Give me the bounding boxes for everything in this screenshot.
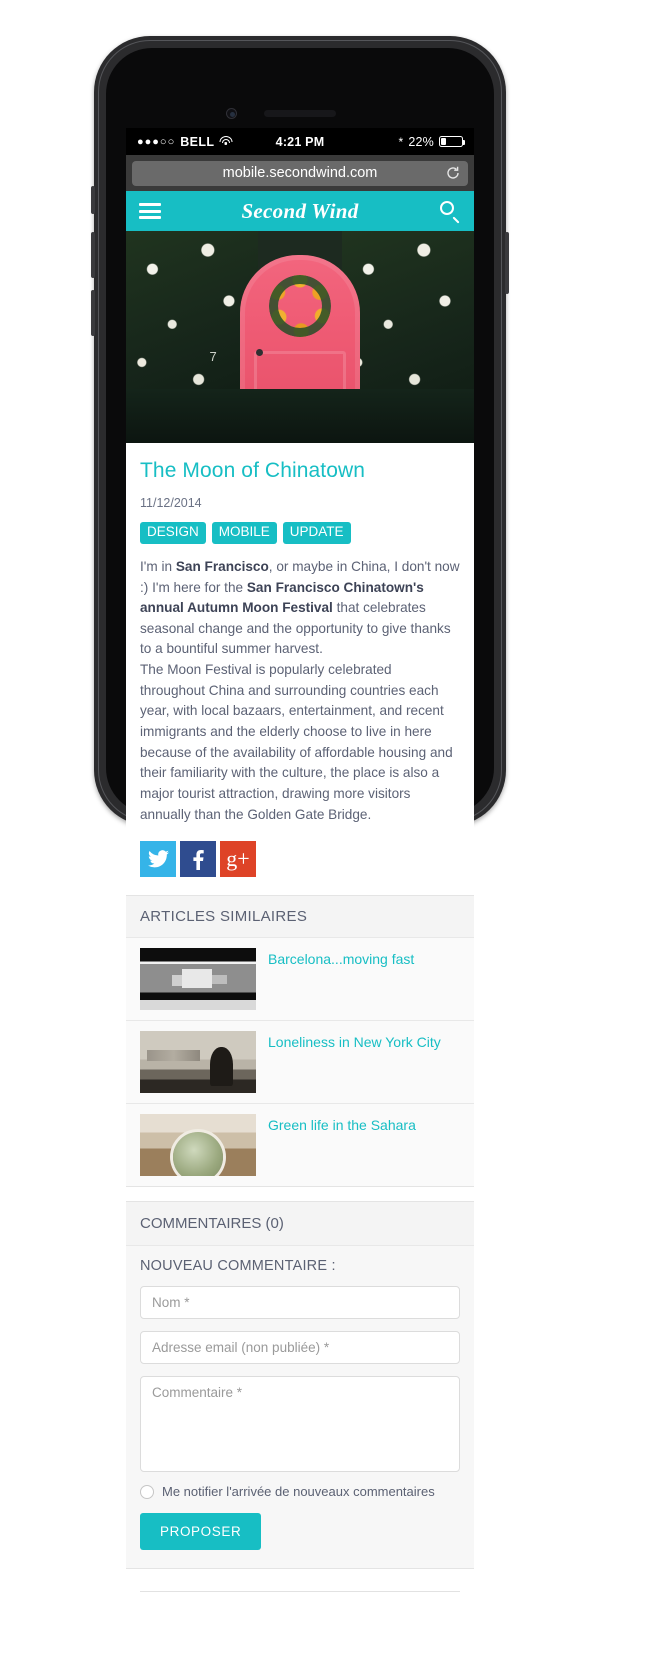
p1-text-1: I'm in: [140, 558, 176, 574]
related-articles-heading: ARTICLES SIMILAIRES: [126, 896, 474, 939]
related-article-title[interactable]: Barcelona...moving fast: [268, 948, 414, 968]
door-knob: [256, 349, 263, 356]
hero-ground: [126, 389, 474, 443]
social-share-bar: g+: [126, 825, 474, 895]
status-bar-clock: 4:21 PM: [275, 134, 325, 149]
article-paragraph-1: I'm in San Francisco, or maybe in China,…: [140, 557, 460, 660]
list-item[interactable]: Green life in the Sahara: [126, 1104, 474, 1187]
comments-heading: COMMENTAIRES (0): [126, 1202, 474, 1247]
front-camera-icon: [226, 108, 237, 119]
new-comment-title: NOUVEAU COMMENTAIRE :: [140, 1258, 336, 1275]
tag-update[interactable]: UPDATE: [282, 522, 351, 544]
google-plus-icon: g+: [226, 846, 250, 872]
p1-bold-1: San Francisco: [175, 558, 269, 574]
reload-icon[interactable]: [446, 166, 460, 180]
screenshot-stage: ●●●○○ BELL 4:21 PM * 22% mobile.secondwi…: [0, 0, 649, 1676]
list-item[interactable]: Barcelona...moving fast: [126, 938, 474, 1022]
new-comment-form: NOUVEAU COMMENTAIRE : Nom * Adresse emai…: [126, 1246, 474, 1569]
list-item[interactable]: Loneliness in New York City: [126, 1021, 474, 1105]
name-input[interactable]: Nom *: [140, 1286, 460, 1320]
article-date: 11/12/2014: [140, 496, 202, 510]
wifi-icon: [219, 136, 233, 147]
earpiece-speaker: [264, 110, 336, 117]
article-container: The Moon of Chinatown 11/12/2014 DESIGN …: [126, 443, 474, 825]
status-bar-left: ●●●○○ BELL: [137, 135, 249, 149]
battery-icon: [439, 135, 466, 148]
facebook-share-button[interactable]: [180, 841, 216, 878]
volume-up-button[interactable]: [91, 232, 95, 278]
comment-textarea[interactable]: Commentaire *: [140, 1376, 460, 1473]
footer-divider: [140, 1591, 460, 1593]
address-bar[interactable]: mobile.secondwind.com: [132, 160, 468, 186]
related-article-title[interactable]: Green life in the Sahara: [268, 1114, 416, 1134]
tag-mobile[interactable]: MOBILE: [211, 522, 277, 544]
site-header: Second Wind: [126, 191, 474, 231]
bluetooth-icon: *: [398, 134, 404, 149]
url-text: mobile.secondwind.com: [222, 165, 378, 181]
wreath-icon: [269, 275, 331, 337]
notify-checkbox[interactable]: [140, 1484, 154, 1499]
ring-silent-switch[interactable]: [91, 186, 95, 214]
power-button[interactable]: [505, 232, 509, 294]
twitter-icon: [147, 850, 169, 868]
article-paragraph-2: The Moon Festival is popularly celebrate…: [140, 662, 453, 822]
page-title: The Moon of Chinatown: [140, 459, 366, 482]
status-bar-right: * 22%: [351, 134, 466, 149]
notify-checkbox-row[interactable]: Me notifier l'arrivée de nouveaux commen…: [140, 1484, 460, 1499]
volume-down-button[interactable]: [91, 290, 95, 336]
phone-screen: ●●●○○ BELL 4:21 PM * 22% mobile.secondwi…: [126, 128, 474, 1593]
tag-design[interactable]: DESIGN: [140, 522, 206, 544]
article-hero-image: 7: [126, 231, 474, 443]
search-icon[interactable]: [439, 200, 461, 224]
cactus-in-pot-thumbnail: [140, 1114, 256, 1177]
comments-panel: COMMENTAIRES (0) NOUVEAU COMMENTAIRE : N…: [126, 1201, 474, 1570]
related-article-title[interactable]: Loneliness in New York City: [268, 1031, 441, 1051]
submit-comment-button[interactable]: PROPOSER: [140, 1513, 262, 1551]
email-input[interactable]: Adresse email (non publiée) *: [140, 1331, 460, 1365]
person-sitting-skyline-thumbnail: [140, 1031, 256, 1094]
related-articles-panel: ARTICLES SIMILAIRES Barcelona...moving f…: [126, 895, 474, 1188]
train-motion-blur-thumbnail: [140, 948, 256, 1011]
twitter-share-button[interactable]: [140, 841, 176, 878]
house-number: 7: [209, 349, 217, 364]
google-plus-share-button[interactable]: g+: [220, 841, 256, 878]
ios-status-bar: ●●●○○ BELL 4:21 PM * 22%: [126, 128, 474, 155]
facebook-icon: [192, 848, 204, 871]
carrier-label: BELL: [180, 134, 215, 149]
site-brand-title: Second Wind: [241, 198, 359, 223]
battery-percent-label: 22%: [408, 134, 434, 149]
browser-toolbar: mobile.secondwind.com: [126, 155, 474, 191]
signal-strength-icon: ●●●○○: [137, 135, 176, 148]
hamburger-menu-icon[interactable]: [139, 202, 161, 220]
section-spacer: [126, 1187, 474, 1202]
article-tag-list: DESIGN MOBILE UPDATE: [140, 522, 460, 544]
article-body: I'm in San Francisco, or maybe in China,…: [140, 557, 460, 826]
notify-checkbox-label: Me notifier l'arrivée de nouveaux commen…: [162, 1484, 435, 1500]
